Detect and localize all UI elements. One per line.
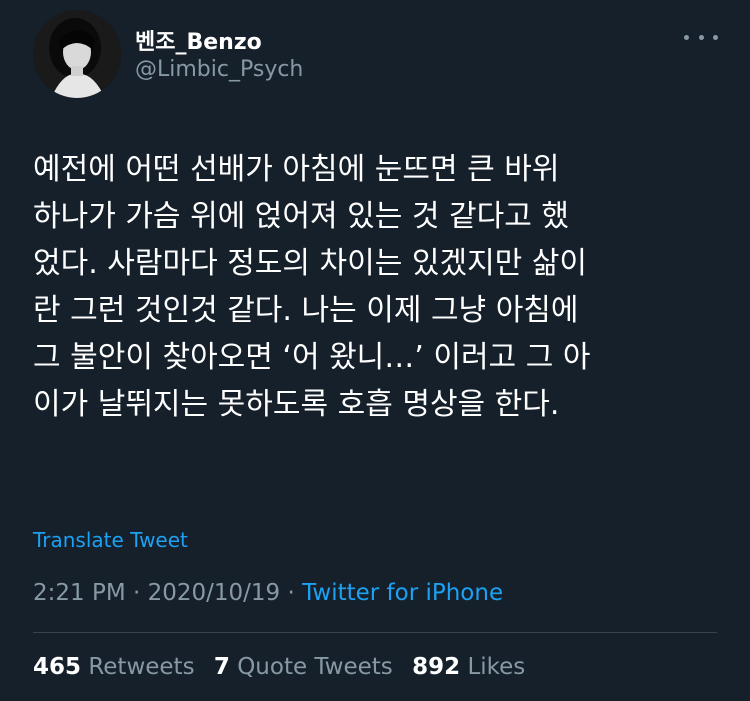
meta-separator: · xyxy=(287,580,295,606)
tweet-text-line: 었다. 사람마다 정도의 차이는 있겠지만 삶이 xyxy=(33,246,588,281)
divider xyxy=(33,632,717,633)
tweet-meta: 2:21 PM · 2020/10/19 · Twitter for iPhon… xyxy=(33,580,503,606)
quote-tweets-count: 7 xyxy=(213,654,230,680)
translate-tweet-link[interactable]: Translate Tweet xyxy=(33,528,188,552)
author-display-name[interactable]: 벤조_Benzo xyxy=(135,24,262,56)
likes-stat[interactable]: 892 Likes xyxy=(412,654,525,680)
tweet-time[interactable]: 2:21 PM xyxy=(33,580,126,606)
quote-tweets-stat[interactable]: 7 Quote Tweets xyxy=(214,654,393,680)
tweet-stats: 465 Retweets 7 Quote Tweets 892 Likes xyxy=(33,654,537,680)
meta-separator: · xyxy=(133,580,141,606)
retweets-count: 465 xyxy=(33,654,82,680)
likes-count: 892 xyxy=(412,654,461,680)
retweets-label: Retweets xyxy=(88,654,195,680)
quote-tweets-label: Quote Tweets xyxy=(237,654,393,680)
tweet-text-line: 이가 날뛰지는 못하도록 호흡 명상을 한다. xyxy=(33,387,560,422)
tweet-text-line: 예전에 어떤 선배가 아침에 눈뜨면 큰 바위 xyxy=(33,152,560,187)
tweet-text-line: 란 그런 것인것 같다. 나는 이제 그냥 아침에 xyxy=(33,293,579,328)
retweets-stat[interactable]: 465 Retweets xyxy=(33,654,195,680)
author-handle[interactable]: @Limbic_Psych xyxy=(135,57,303,82)
avatar[interactable] xyxy=(33,10,121,98)
likes-label: Likes xyxy=(467,654,526,680)
tweet-text: 예전에 어떤 선배가 아침에 눈뜨면 큰 바위 하나가 가슴 위에 얹어져 있는… xyxy=(33,146,733,428)
more-options-icon[interactable] xyxy=(684,27,718,47)
tweet-text-line: 하나가 가슴 위에 얹어져 있는 것 같다고 했 xyxy=(33,199,569,234)
tweet-text-line: 그 불안이 찾아오면 ‘어 왔니…’ 이러고 그 아 xyxy=(33,340,591,375)
tweet-source-link[interactable]: Twitter for iPhone xyxy=(302,580,503,606)
tweet-date[interactable]: 2020/10/19 xyxy=(148,580,281,606)
avatar-portrait-icon xyxy=(33,10,121,98)
